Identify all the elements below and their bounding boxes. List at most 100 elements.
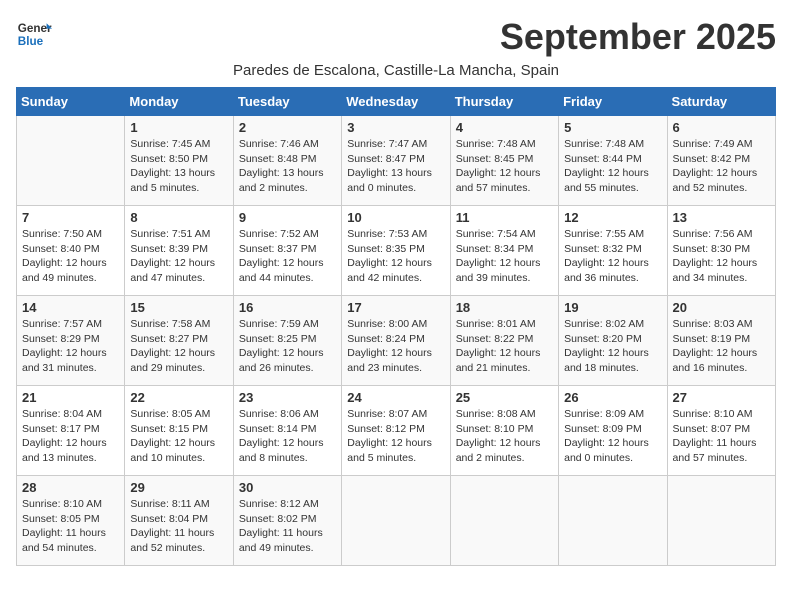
- calendar-week-2: 7 Sunrise: 7:50 AM Sunset: 8:40 PM Daylig…: [17, 206, 776, 296]
- day-number: 15: [130, 300, 227, 315]
- day-number: 9: [239, 210, 336, 225]
- day-info: Sunrise: 8:08 AM Sunset: 8:10 PM Dayligh…: [456, 407, 553, 466]
- calendar-cell: 7 Sunrise: 7:50 AM Sunset: 8:40 PM Daylig…: [17, 206, 125, 296]
- day-info: Sunrise: 7:53 AM Sunset: 8:35 PM Dayligh…: [347, 227, 444, 286]
- day-number: 13: [673, 210, 770, 225]
- day-number: 26: [564, 390, 661, 405]
- day-number: 29: [130, 480, 227, 495]
- day-info: Sunrise: 7:50 AM Sunset: 8:40 PM Dayligh…: [22, 227, 119, 286]
- calendar-cell: 4Sunrise: 7:48 AM Sunset: 8:45 PM Daylig…: [450, 116, 558, 206]
- calendar-week-5: 28 Sunrise: 8:10 AM Sunset: 8:05 PM Dayli…: [17, 476, 776, 566]
- day-info: Sunrise: 8:05 AM Sunset: 8:15 PM Dayligh…: [130, 407, 227, 466]
- svg-text:Blue: Blue: [18, 35, 44, 48]
- day-number: 11: [456, 210, 553, 225]
- day-number: 22: [130, 390, 227, 405]
- day-number: 14: [22, 300, 119, 315]
- day-number: 6: [673, 120, 770, 135]
- day-info: Sunrise: 8:10 AM Sunset: 8:05 PM Dayligh…: [22, 497, 119, 556]
- calendar-cell: [559, 476, 667, 566]
- calendar-cell: 21 Sunrise: 8:04 AM Sunset: 8:17 PM Dayli…: [17, 386, 125, 476]
- calendar-cell: 1Sunrise: 7:45 AM Sunset: 8:50 PM Daylig…: [125, 116, 233, 206]
- day-info: Sunrise: 7:55 AM Sunset: 8:32 PM Dayligh…: [564, 227, 661, 286]
- day-number: 20: [673, 300, 770, 315]
- day-header-saturday: Saturday: [667, 88, 775, 116]
- calendar-week-1: 1Sunrise: 7:45 AM Sunset: 8:50 PM Daylig…: [17, 116, 776, 206]
- calendar-cell: 16 Sunrise: 7:59 AM Sunset: 8:25 PM Dayli…: [233, 296, 341, 386]
- day-header-sunday: Sunday: [17, 88, 125, 116]
- day-info: Sunrise: 8:00 AM Sunset: 8:24 PM Dayligh…: [347, 317, 444, 376]
- calendar-cell: 27 Sunrise: 8:10 AM Sunset: 8:07 PM Dayli…: [667, 386, 775, 476]
- day-info: Sunrise: 7:58 AM Sunset: 8:27 PM Dayligh…: [130, 317, 227, 376]
- calendar-header-row: SundayMondayTuesdayWednesdayThursdayFrid…: [17, 88, 776, 116]
- day-info: Sunrise: 7:51 AM Sunset: 8:39 PM Dayligh…: [130, 227, 227, 286]
- day-info: Sunrise: 7:48 AM Sunset: 8:44 PM Dayligh…: [564, 137, 661, 196]
- calendar-cell: [17, 116, 125, 206]
- calendar-cell: 22 Sunrise: 8:05 AM Sunset: 8:15 PM Dayli…: [125, 386, 233, 476]
- calendar-cell: 25 Sunrise: 8:08 AM Sunset: 8:10 PM Dayli…: [450, 386, 558, 476]
- calendar-cell: 20Sunrise: 8:03 AM Sunset: 8:19 PM Dayli…: [667, 296, 775, 386]
- day-number: 19: [564, 300, 661, 315]
- day-info: Sunrise: 8:10 AM Sunset: 8:07 PM Dayligh…: [673, 407, 770, 466]
- day-number: 25: [456, 390, 553, 405]
- day-info: Sunrise: 7:46 AM Sunset: 8:48 PM Dayligh…: [239, 137, 336, 196]
- calendar-cell: 11 Sunrise: 7:54 AM Sunset: 8:34 PM Dayli…: [450, 206, 558, 296]
- day-number: 7: [22, 210, 119, 225]
- day-number: 3: [347, 120, 444, 135]
- day-info: Sunrise: 7:57 AM Sunset: 8:29 PM Dayligh…: [22, 317, 119, 376]
- day-number: 16: [239, 300, 336, 315]
- day-number: 5: [564, 120, 661, 135]
- day-info: Sunrise: 8:09 AM Sunset: 8:09 PM Dayligh…: [564, 407, 661, 466]
- day-header-monday: Monday: [125, 88, 233, 116]
- day-number: 4: [456, 120, 553, 135]
- calendar-cell: 5 Sunrise: 7:48 AM Sunset: 8:44 PM Daylig…: [559, 116, 667, 206]
- day-number: 10: [347, 210, 444, 225]
- day-number: 30: [239, 480, 336, 495]
- day-info: Sunrise: 8:04 AM Sunset: 8:17 PM Dayligh…: [22, 407, 119, 466]
- day-info: Sunrise: 8:11 AM Sunset: 8:04 PM Dayligh…: [130, 497, 227, 556]
- day-number: 8: [130, 210, 227, 225]
- calendar-cell: 6 Sunrise: 7:49 AM Sunset: 8:42 PM Daylig…: [667, 116, 775, 206]
- page-title: September 2025: [500, 16, 776, 58]
- calendar-table: SundayMondayTuesdayWednesdayThursdayFrid…: [16, 87, 776, 566]
- logo-icon: General Blue: [16, 16, 52, 52]
- day-info: Sunrise: 7:56 AM Sunset: 8:30 PM Dayligh…: [673, 227, 770, 286]
- day-number: 27: [673, 390, 770, 405]
- calendar-cell: 29 Sunrise: 8:11 AM Sunset: 8:04 PM Dayli…: [125, 476, 233, 566]
- calendar-cell: 24Sunrise: 8:07 AM Sunset: 8:12 PM Dayli…: [342, 386, 450, 476]
- calendar-cell: [450, 476, 558, 566]
- day-number: 18: [456, 300, 553, 315]
- day-header-tuesday: Tuesday: [233, 88, 341, 116]
- calendar-cell: 15 Sunrise: 7:58 AM Sunset: 8:27 PM Dayli…: [125, 296, 233, 386]
- day-header-thursday: Thursday: [450, 88, 558, 116]
- calendar-cell: 13 Sunrise: 7:56 AM Sunset: 8:30 PM Dayli…: [667, 206, 775, 296]
- calendar-cell: 2Sunrise: 7:46 AM Sunset: 8:48 PM Daylig…: [233, 116, 341, 206]
- day-info: Sunrise: 7:54 AM Sunset: 8:34 PM Dayligh…: [456, 227, 553, 286]
- day-info: Sunrise: 8:06 AM Sunset: 8:14 PM Dayligh…: [239, 407, 336, 466]
- day-number: 21: [22, 390, 119, 405]
- logo: General Blue: [16, 16, 52, 52]
- day-header-friday: Friday: [559, 88, 667, 116]
- calendar-cell: 14 Sunrise: 7:57 AM Sunset: 8:29 PM Dayli…: [17, 296, 125, 386]
- calendar-week-4: 21 Sunrise: 8:04 AM Sunset: 8:17 PM Dayli…: [17, 386, 776, 476]
- day-info: Sunrise: 8:01 AM Sunset: 8:22 PM Dayligh…: [456, 317, 553, 376]
- day-info: Sunrise: 7:49 AM Sunset: 8:42 PM Dayligh…: [673, 137, 770, 196]
- day-number: 28: [22, 480, 119, 495]
- day-info: Sunrise: 8:02 AM Sunset: 8:20 PM Dayligh…: [564, 317, 661, 376]
- day-number: 1: [130, 120, 227, 135]
- calendar-cell: 12 Sunrise: 7:55 AM Sunset: 8:32 PM Dayli…: [559, 206, 667, 296]
- calendar-cell: 30 Sunrise: 8:12 AM Sunset: 8:02 PM Dayli…: [233, 476, 341, 566]
- calendar-cell: 23 Sunrise: 8:06 AM Sunset: 8:14 PM Dayli…: [233, 386, 341, 476]
- calendar-cell: [667, 476, 775, 566]
- day-info: Sunrise: 8:12 AM Sunset: 8:02 PM Dayligh…: [239, 497, 336, 556]
- day-info: Sunrise: 7:47 AM Sunset: 8:47 PM Dayligh…: [347, 137, 444, 196]
- calendar-cell: 17 Sunrise: 8:00 AM Sunset: 8:24 PM Dayli…: [342, 296, 450, 386]
- header: General Blue September 2025: [16, 16, 776, 58]
- day-number: 23: [239, 390, 336, 405]
- day-info: Sunrise: 7:59 AM Sunset: 8:25 PM Dayligh…: [239, 317, 336, 376]
- location-subtitle: Paredes de Escalona, Castille-La Mancha,…: [16, 62, 776, 79]
- calendar-cell: 18 Sunrise: 8:01 AM Sunset: 8:22 PM Dayli…: [450, 296, 558, 386]
- day-number: 17: [347, 300, 444, 315]
- day-number: 12: [564, 210, 661, 225]
- day-number: 24: [347, 390, 444, 405]
- calendar-cell: 9Sunrise: 7:52 AM Sunset: 8:37 PM Daylig…: [233, 206, 341, 296]
